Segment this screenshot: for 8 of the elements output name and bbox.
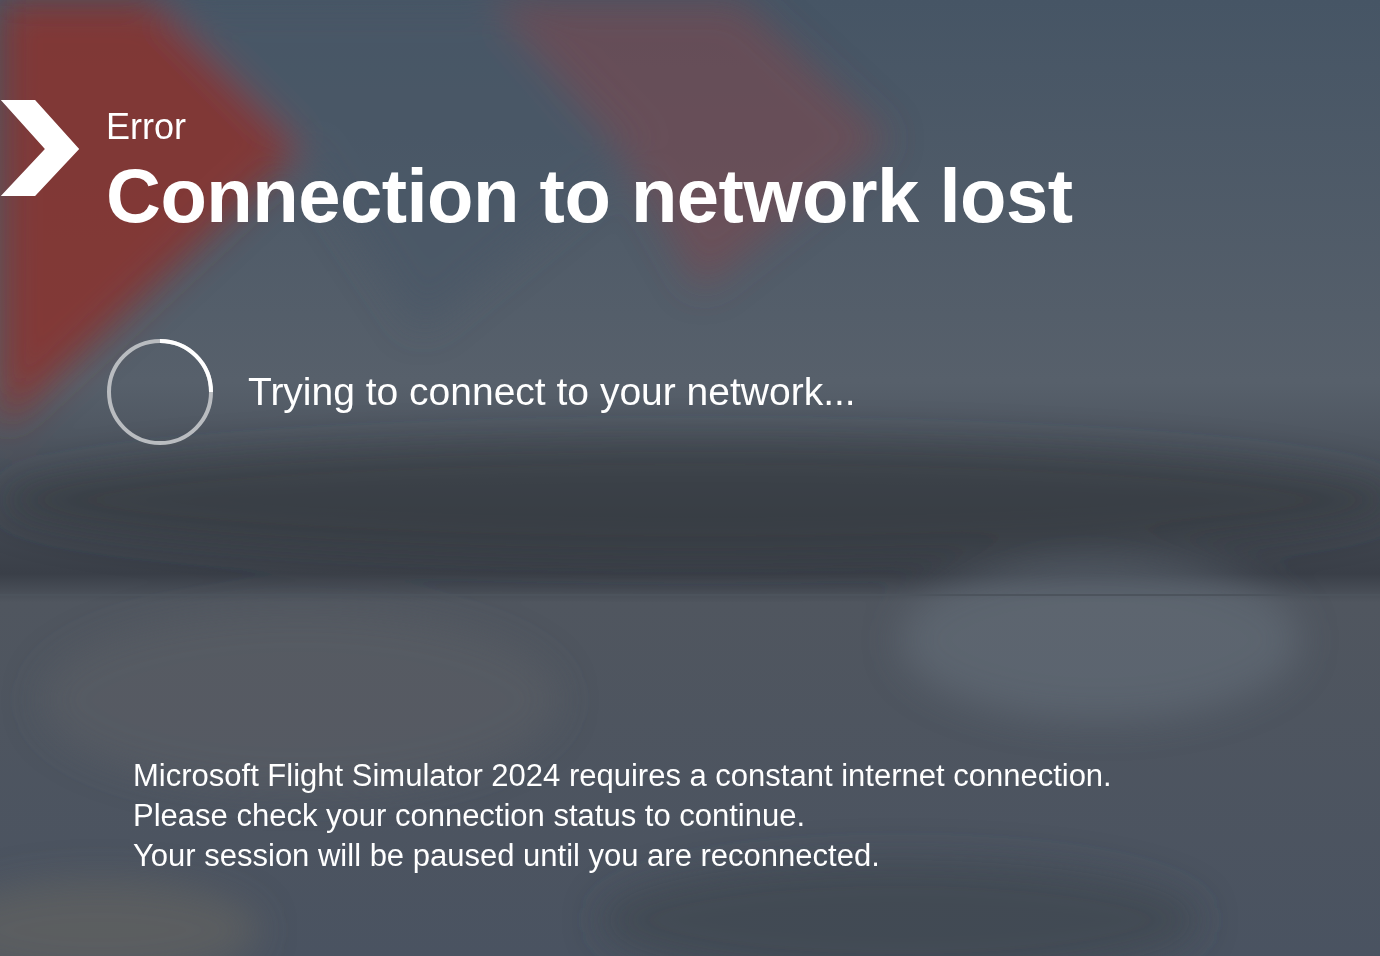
- message-text: Please check your connection status to continue.: [133, 797, 807, 835]
- message-text: Your session will be paused until you are reconnected.: [133, 837, 881, 875]
- error-label: Error: [106, 105, 187, 149]
- message-text: Microsoft Flight Simulator 2024 requires a constant internet connection.: [133, 757, 1113, 795]
- dialog-title: Connection to network lost: [106, 154, 1074, 238]
- loading-spinner-icon: [106, 338, 214, 446]
- status-text: Trying to connect to your network...: [248, 370, 856, 414]
- chevron-icon: [0, 100, 80, 198]
